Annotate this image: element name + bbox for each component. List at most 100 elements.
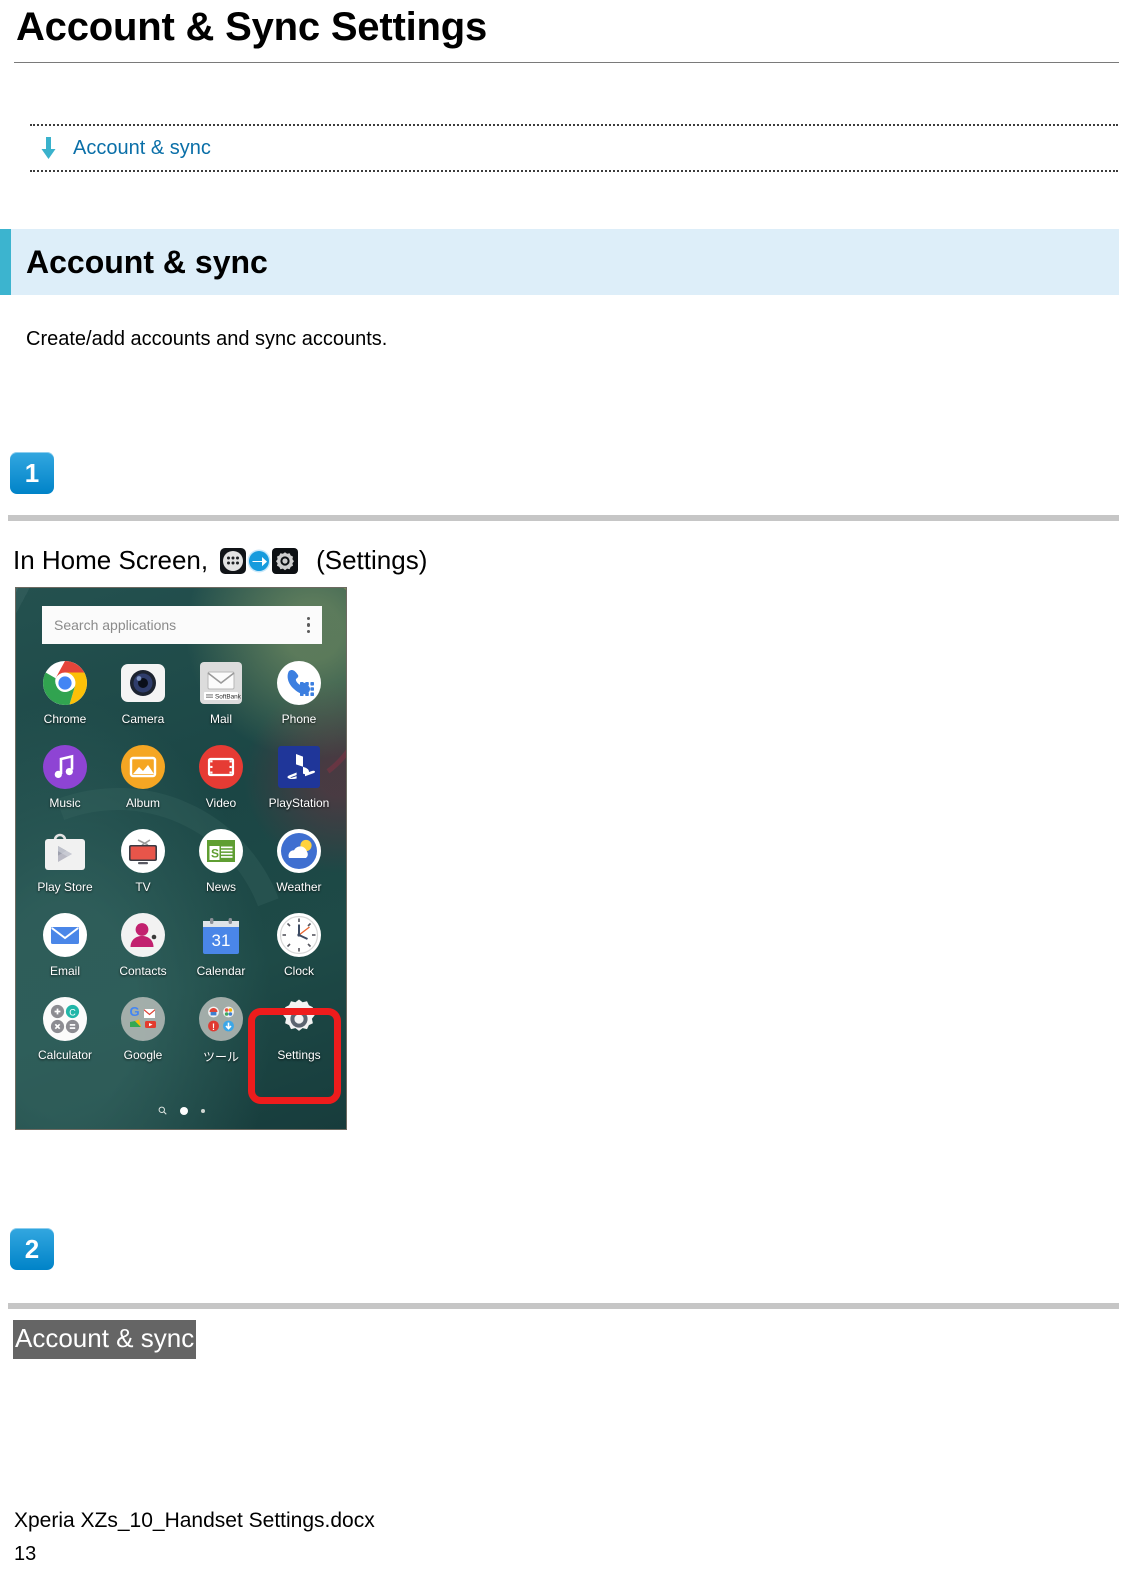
app-item-phone[interactable]: Phone xyxy=(260,660,338,726)
page-dot[interactable] xyxy=(200,1108,205,1113)
app-label: Calculator xyxy=(37,1048,93,1062)
step-2-divider xyxy=(8,1303,1119,1309)
play-store-icon xyxy=(42,828,88,874)
email-icon xyxy=(42,912,88,958)
app-label: Video xyxy=(205,796,237,810)
footer-file-name: Xperia XZs_10_Handset Settings.docx xyxy=(14,1509,375,1532)
section-banner: Account & sync xyxy=(0,229,1119,295)
app-item-google-folder[interactable]: G Google xyxy=(104,996,182,1065)
svg-text:!: ! xyxy=(212,1022,215,1032)
app-item-video[interactable]: Video xyxy=(182,744,260,810)
app-label: PlayStation xyxy=(268,796,330,810)
calendar-day: 31 xyxy=(212,931,231,950)
breadcrumb-bottom-rule xyxy=(30,170,1118,172)
app-item-settings[interactable]: Settings xyxy=(260,996,338,1065)
step-1-instruction: In Home Screen, (Settings) xyxy=(13,545,427,576)
app-label: Camera xyxy=(121,712,165,726)
phone-icon xyxy=(276,660,322,706)
breadcrumb-row[interactable]: Account & sync xyxy=(30,126,1118,170)
app-item-email[interactable]: Email xyxy=(26,912,104,978)
down-arrow-icon xyxy=(41,137,56,159)
app-item-contacts[interactable]: Contacts xyxy=(104,912,182,978)
app-item-music[interactable]: Music xyxy=(26,744,104,810)
step-2-badge: 2 xyxy=(10,1228,54,1270)
playstation-icon xyxy=(276,744,322,790)
weather-icon xyxy=(276,828,322,874)
settings-gear-icon xyxy=(276,996,322,1042)
app-label: Email xyxy=(49,964,80,978)
app-label: Play Store xyxy=(37,880,93,894)
google-folder-icon: G xyxy=(120,996,166,1042)
clock-icon xyxy=(276,912,322,958)
step-1-badge: 1 xyxy=(10,452,54,494)
app-label: Album xyxy=(125,796,160,810)
phone-screenshot: Search applications Chrome Camera SoftBa… xyxy=(15,587,347,1130)
arrow-right-icon xyxy=(247,549,271,572)
calendar-icon: 31 xyxy=(198,912,244,958)
search-input-placeholder[interactable]: Search applications xyxy=(54,617,176,633)
app-item-tools-folder[interactable]: ! ツール xyxy=(182,996,260,1065)
svg-text:C: C xyxy=(69,1008,76,1018)
tools-folder-icon: ! xyxy=(198,996,244,1042)
app-drawer-icon xyxy=(220,547,247,574)
video-icon xyxy=(198,744,244,790)
app-label: TV xyxy=(135,880,151,894)
step-2-instruction: Account & sync xyxy=(13,1320,197,1359)
app-item-camera[interactable]: Camera xyxy=(104,660,182,726)
section-heading: Account & sync xyxy=(26,243,268,280)
app-label: Chrome xyxy=(43,712,87,726)
app-item-clock[interactable]: Clock xyxy=(260,912,338,978)
svg-text:S: S xyxy=(211,847,219,861)
section-accent-bar xyxy=(0,229,11,295)
app-label: Google xyxy=(123,1048,163,1062)
step-1-icon-sequence xyxy=(220,547,299,574)
app-label: Phone xyxy=(281,712,317,726)
search-icon[interactable] xyxy=(158,1106,167,1115)
app-label: Contacts xyxy=(119,964,167,978)
app-label: Settings xyxy=(277,1048,321,1062)
home-page-indicator xyxy=(16,1106,346,1115)
footer-page-number: 13 xyxy=(14,1543,37,1565)
chrome-icon xyxy=(42,660,88,706)
app-item-calendar[interactable]: 31 Calendar xyxy=(182,912,260,978)
page-title: Account & Sync Settings xyxy=(16,5,488,49)
step-1-instruction-suffix: (Settings) xyxy=(316,545,428,575)
app-label: ツール xyxy=(202,1050,239,1064)
app-label: Clock xyxy=(283,964,314,978)
page-dot-active[interactable] xyxy=(179,1106,188,1115)
app-label: News xyxy=(205,880,236,894)
app-item-weather[interactable]: Weather xyxy=(260,828,338,894)
kebab-menu-icon[interactable] xyxy=(306,616,310,634)
contacts-icon xyxy=(120,912,166,958)
news-icon: S xyxy=(198,828,244,874)
tv-icon xyxy=(120,828,166,874)
album-icon xyxy=(120,744,166,790)
search-applications-bar[interactable]: Search applications xyxy=(42,606,322,644)
music-icon xyxy=(42,744,88,790)
app-label: Mail xyxy=(209,712,232,726)
app-label: Music xyxy=(49,796,81,810)
app-item-chrome[interactable]: Chrome xyxy=(26,660,104,726)
breadcrumb: Account & sync xyxy=(30,124,1118,172)
app-item-calculator[interactable]: C Calculator xyxy=(26,996,104,1065)
app-item-playstation[interactable]: PlayStation xyxy=(260,744,338,810)
app-label: Weather xyxy=(276,880,322,894)
calculator-icon: C xyxy=(42,996,88,1042)
breadcrumb-link[interactable]: Account & sync xyxy=(73,137,211,160)
app-grid: Chrome Camera SoftBank Mail Phone Music … xyxy=(26,660,338,1065)
section-description: Create/add accounts and sync accounts. xyxy=(26,328,388,350)
app-item-album[interactable]: Album xyxy=(104,744,182,810)
camera-icon xyxy=(120,660,166,706)
step-1-instruction-prefix: In Home Screen, xyxy=(13,545,209,575)
title-divider xyxy=(14,62,1119,63)
svg-text:G: G xyxy=(129,1004,139,1019)
app-item-news[interactable]: S News xyxy=(182,828,260,894)
gear-icon xyxy=(272,547,299,574)
app-item-tv[interactable]: TV xyxy=(104,828,182,894)
app-item-play-store[interactable]: Play Store xyxy=(26,828,104,894)
app-item-mail[interactable]: SoftBank Mail xyxy=(182,660,260,726)
svg-text:SoftBank: SoftBank xyxy=(215,693,242,700)
app-label: Calendar xyxy=(196,964,246,978)
step-1-divider xyxy=(8,515,1119,521)
mail-icon: SoftBank xyxy=(198,660,244,706)
